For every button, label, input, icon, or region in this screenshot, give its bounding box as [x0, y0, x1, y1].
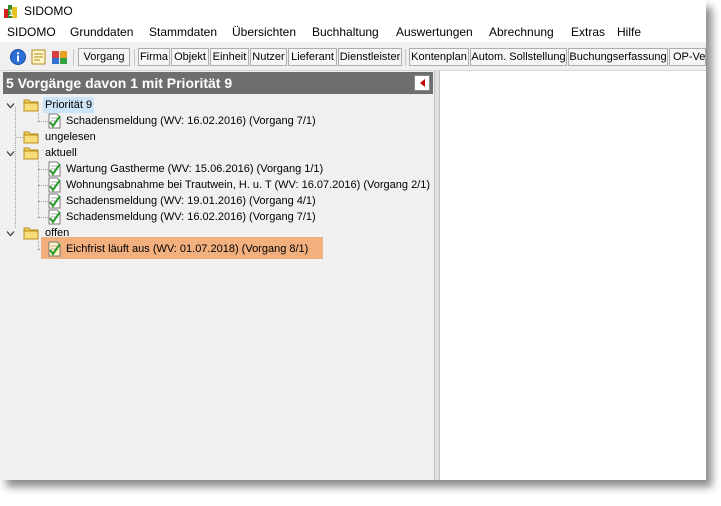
document-check-icon — [48, 177, 61, 193]
people-icon[interactable] — [51, 48, 69, 66]
menu-uebersichten[interactable]: Übersichten — [232, 25, 296, 39]
dienstleister-button[interactable]: Dienstleister — [338, 48, 402, 66]
menu-buchhaltung[interactable]: Buchhaltung — [312, 25, 379, 39]
title-bar: 1 SIDOMO — [0, 0, 706, 22]
tree-item[interactable]: Schadensmeldung (WV: 19.01.2016) (Vorgan… — [3, 193, 423, 209]
kontenplan-button[interactable]: Kontenplan — [409, 48, 469, 66]
buchungserfassung-button[interactable]: Buchungserfassung — [568, 48, 668, 66]
op-verwaltung-button[interactable]: OP-Ve — [669, 48, 706, 66]
tree-item-label: Wohnungsabnahme bei Trautwein, H. u. T (… — [66, 179, 431, 191]
collapse-panel-button[interactable] — [414, 75, 430, 91]
tree-group-offen[interactable]: offen — [3, 225, 203, 241]
menu-bar: SIDOMO Grunddaten Stammdaten Übersichten… — [0, 22, 706, 42]
tree-group-label: offen — [45, 227, 70, 239]
tree-item[interactable]: Schadensmeldung (WV: 16.02.2016) (Vorgan… — [3, 209, 423, 225]
vorgang-tree: Priorität 9 Schadensmeldung (WV: 16.02.2… — [3, 95, 431, 480]
svg-text:1: 1 — [9, 8, 14, 18]
tree-item-label: Eichfrist läuft aus (WV: 01.07.2018) (Vo… — [66, 243, 309, 255]
menu-sidomo[interactable]: SIDOMO — [7, 25, 56, 39]
folder-icon — [23, 99, 39, 112]
tree-group-label: Priorität 9 — [43, 97, 95, 113]
tree-item-highlighted[interactable]: Eichfrist läuft aus (WV: 01.07.2018) (Vo… — [3, 241, 323, 257]
folder-icon — [23, 147, 39, 160]
tree-group-aktuell[interactable]: aktuell — [3, 145, 203, 161]
toolbar-separator — [134, 49, 135, 66]
app-logo-icon: 1 — [3, 3, 19, 19]
note-icon[interactable] — [30, 48, 48, 66]
tree-item[interactable]: Wartung Gastherme (WV: 15.06.2016) (Vorg… — [3, 161, 423, 177]
info-icon[interactable] — [9, 48, 27, 66]
panel-title: 5 Vorgänge davon 1 mit Priorität 9 — [6, 75, 233, 91]
einheit-button[interactable]: Einheit — [210, 48, 249, 66]
firma-button[interactable]: Firma — [138, 48, 170, 66]
menu-stammdaten[interactable]: Stammdaten — [149, 25, 217, 39]
tree-item-label: Wartung Gastherme (WV: 15.06.2016) (Vorg… — [66, 163, 324, 175]
tree-item-label: Schadensmeldung (WV: 19.01.2016) (Vorgan… — [66, 195, 316, 207]
vorgang-panel: 5 Vorgänge davon 1 mit Priorität 9 Prior… — [0, 71, 434, 480]
tree-item-label: Schadensmeldung (WV: 16.02.2016) (Vorgan… — [66, 115, 316, 127]
toolbar-separator — [405, 49, 406, 66]
document-check-icon — [48, 209, 61, 225]
tree-item-label: Schadensmeldung (WV: 16.02.2016) (Vorgan… — [66, 211, 316, 223]
chevron-down-icon[interactable] — [6, 101, 15, 110]
menu-hilfe[interactable]: Hilfe — [617, 25, 641, 39]
tree-group-label: ungelesen — [45, 131, 96, 143]
toolbar-separator — [73, 49, 74, 66]
vorgang-button[interactable]: Vorgang — [78, 48, 130, 66]
menu-extras[interactable]: Extras — [571, 25, 605, 39]
folder-icon — [23, 131, 39, 144]
objekt-button[interactable]: Objekt — [171, 48, 209, 66]
tree-group-label: aktuell — [45, 147, 77, 159]
window-title: SIDOMO — [24, 4, 73, 18]
document-check-icon — [48, 193, 61, 209]
folder-icon — [23, 227, 39, 240]
document-check-icon — [48, 161, 61, 177]
autom-sollstellung-button[interactable]: Autom. Sollstellung — [470, 48, 567, 66]
detail-panel — [440, 71, 706, 480]
menu-abrechnung[interactable]: Abrechnung — [489, 25, 554, 39]
app-window: 1 SIDOMO SIDOMO Grunddaten Stammdaten Üb… — [0, 0, 706, 480]
tree-item[interactable]: Schadensmeldung (WV: 16.02.2016) (Vorgan… — [3, 113, 423, 129]
tree-group-ungelesen[interactable]: ungelesen — [3, 129, 203, 145]
toolbar: Vorgang Firma Objekt Einheit Nutzer Lief… — [0, 44, 706, 71]
document-check-icon — [48, 113, 61, 129]
chevron-down-icon[interactable] — [6, 229, 15, 238]
nutzer-button[interactable]: Nutzer — [250, 48, 287, 66]
menu-grunddaten[interactable]: Grunddaten — [70, 25, 133, 39]
tree-group-prioritaet-9[interactable]: Priorität 9 — [3, 97, 203, 113]
chevron-down-icon[interactable] — [6, 149, 15, 158]
tree-item[interactable]: Wohnungsabnahme bei Trautwein, H. u. T (… — [3, 177, 430, 193]
document-check-icon — [48, 241, 61, 257]
menu-auswertungen[interactable]: Auswertungen — [396, 25, 473, 39]
panel-header: 5 Vorgänge davon 1 mit Priorität 9 — [3, 72, 433, 94]
lieferant-button[interactable]: Lieferant — [288, 48, 337, 66]
